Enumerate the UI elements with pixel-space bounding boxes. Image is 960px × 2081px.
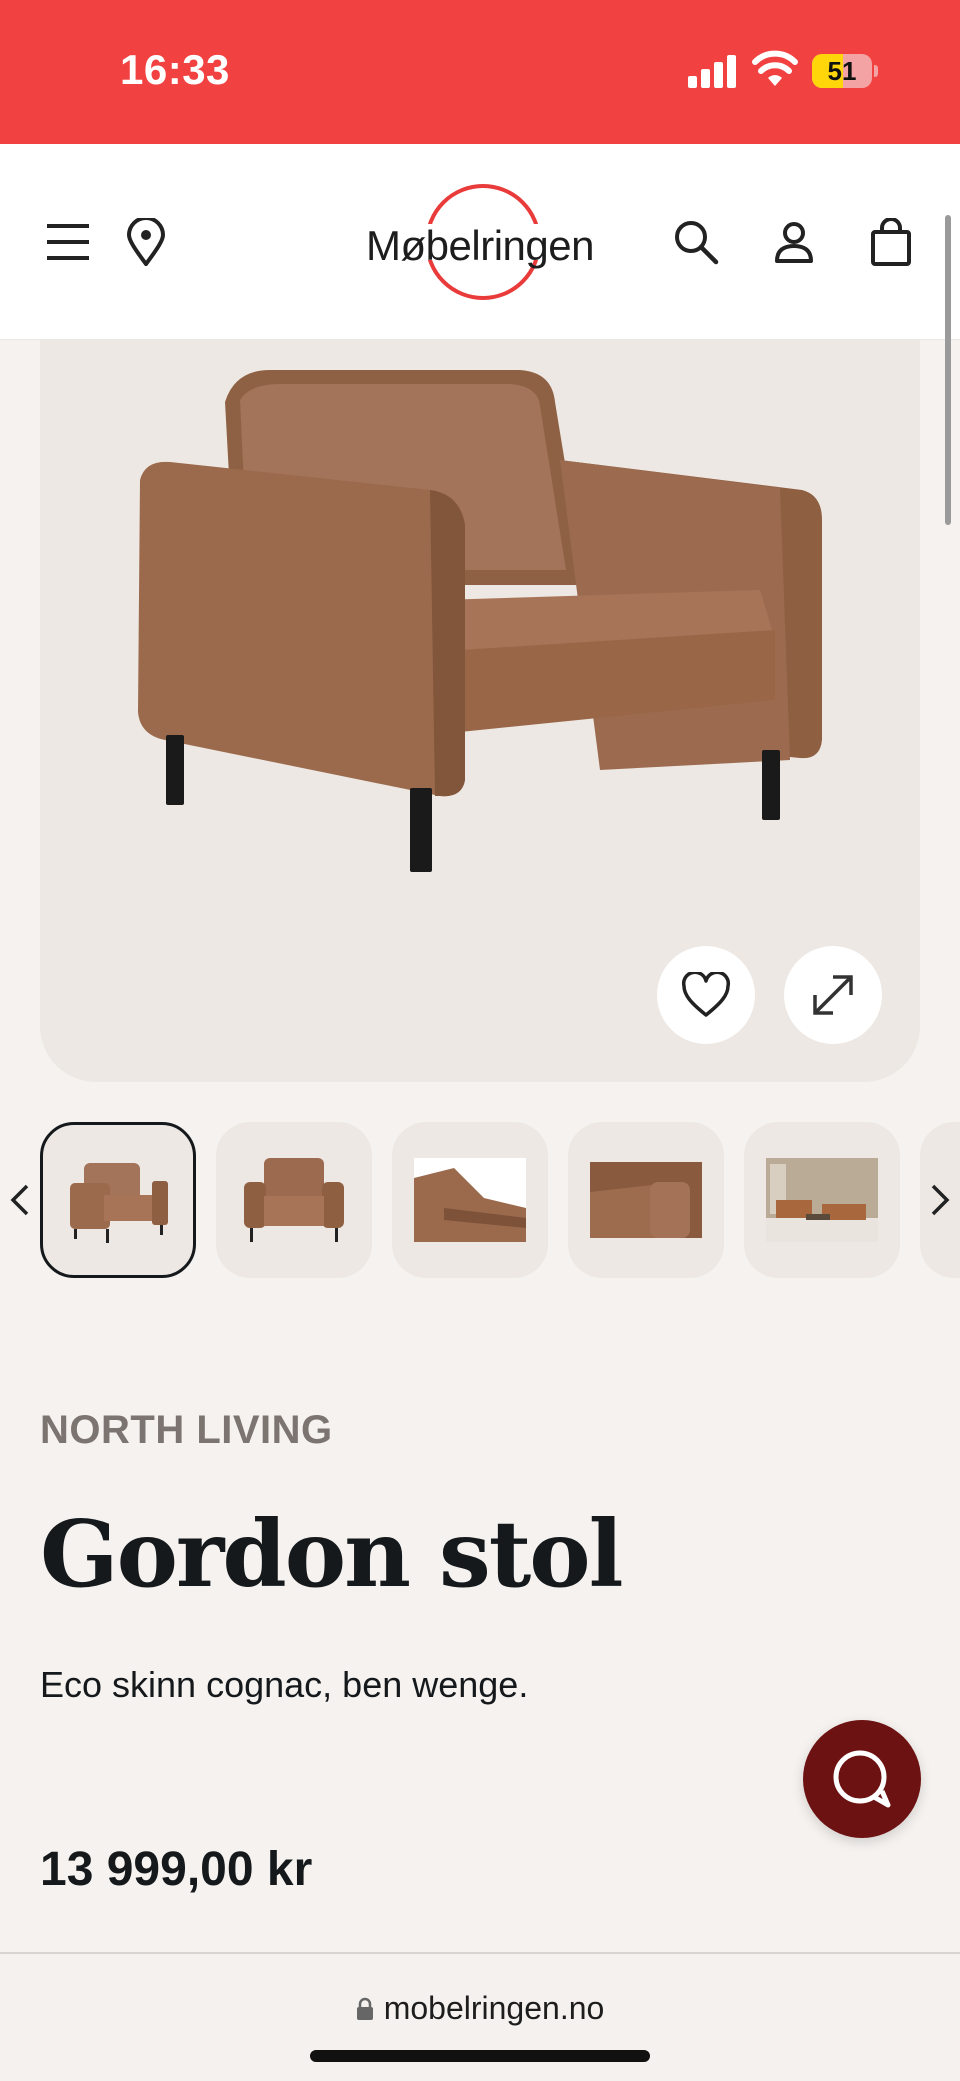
cart-button[interactable]	[863, 214, 919, 270]
thumbnail-1[interactable]	[40, 1122, 196, 1278]
armchair-image	[138, 370, 822, 872]
chat-bubble-icon	[833, 1750, 891, 1808]
menu-button[interactable]	[40, 214, 96, 270]
product-title: Gordon stol	[40, 1500, 624, 1608]
hamburger-menu-icon	[47, 224, 89, 260]
armrest-detail-thumbnail	[590, 1162, 702, 1238]
battery-icon: 51	[812, 54, 878, 88]
wishlist-button[interactable]	[657, 946, 755, 1044]
user-icon	[775, 222, 813, 263]
armchair-thumbnail	[70, 1163, 168, 1243]
status-bar: 16:33 51	[0, 0, 960, 144]
chevron-left-icon	[10, 1184, 29, 1216]
thumbnail-carousel	[0, 1122, 960, 1280]
site-logo[interactable]: Møbelringen	[355, 180, 605, 304]
thumbnail-5[interactable]	[744, 1122, 900, 1278]
expand-image-button[interactable]	[784, 946, 882, 1044]
battery-level: 51	[827, 56, 857, 86]
lock-icon	[356, 1997, 373, 2020]
search-icon	[675, 221, 719, 265]
search-button[interactable]	[668, 214, 724, 270]
home-indicator[interactable]	[310, 2050, 650, 2062]
page-scrollbar[interactable]	[945, 215, 951, 525]
chat-button[interactable]	[803, 1720, 921, 1838]
product-price: 13 999,00 kr	[40, 1843, 313, 1896]
chevron-right-icon	[931, 1184, 950, 1216]
armchair-detail-thumbnail	[414, 1158, 526, 1242]
product-description: Eco skinn cognac, ben wenge.	[40, 1664, 529, 1705]
product-main-image[interactable]	[40, 340, 920, 1082]
thumbnail-2[interactable]	[216, 1122, 372, 1278]
expand-arrows-icon	[813, 975, 853, 1015]
armchair-front-thumbnail	[244, 1158, 344, 1242]
cellular-signal-icon	[688, 54, 738, 88]
living-room-thumbnail	[766, 1158, 878, 1242]
site-header: Møbelringen	[0, 144, 960, 340]
shopping-bag-icon	[871, 218, 911, 266]
logo-text: Møbelringen	[366, 222, 594, 269]
map-pin-icon	[126, 218, 166, 266]
store-locator-button[interactable]	[118, 214, 174, 270]
wifi-icon	[752, 50, 798, 86]
browser-url[interactable]: mobelringen.no	[384, 1990, 605, 2027]
heart-icon	[681, 972, 731, 1017]
account-button[interactable]	[766, 214, 822, 270]
status-time: 16:33	[120, 46, 230, 93]
product-brand[interactable]: NORTH LIVING	[40, 1408, 333, 1453]
thumbnail-4[interactable]	[568, 1122, 724, 1278]
carousel-prev-button[interactable]	[2, 1172, 38, 1228]
thumbnail-3[interactable]	[392, 1122, 548, 1278]
carousel-next-button[interactable]	[922, 1172, 958, 1228]
